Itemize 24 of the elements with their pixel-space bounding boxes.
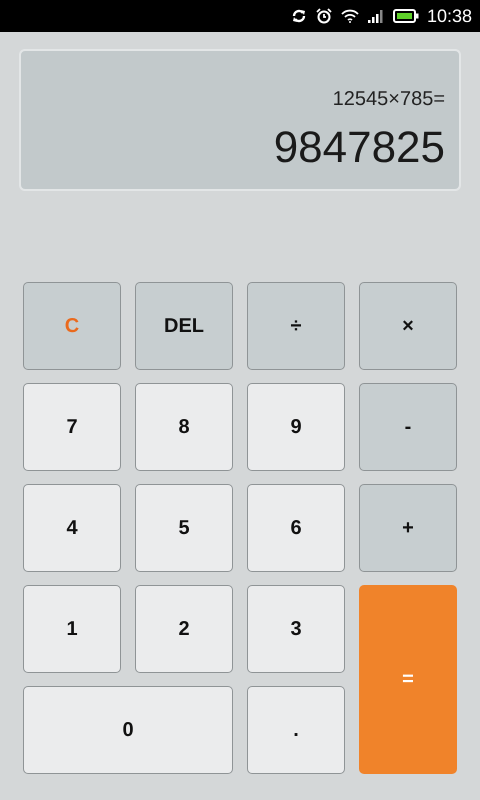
digit-button[interactable]: .	[247, 686, 345, 774]
digit-button[interactable]: 8	[135, 383, 233, 471]
digit-button[interactable]: 9	[247, 383, 345, 471]
operator-button[interactable]: +	[359, 484, 457, 572]
expression-text: 12545×785=	[332, 88, 445, 111]
digit-button[interactable]: 1	[23, 585, 121, 673]
digit-button[interactable]: 2	[135, 585, 233, 673]
operator-button[interactable]: ×	[359, 282, 457, 370]
digit-button[interactable]: 5	[135, 484, 233, 572]
operator-button[interactable]: DEL	[135, 282, 233, 370]
digit-button[interactable]: 0	[23, 686, 233, 774]
result-text: 9847825	[274, 123, 445, 173]
clock-time: 10:38	[426, 6, 472, 26]
operator-button[interactable]: -	[359, 383, 457, 471]
wifi-icon	[340, 9, 359, 23]
battery-icon	[392, 9, 419, 23]
sync-icon	[290, 9, 307, 23]
digit-button[interactable]: 3	[247, 585, 345, 673]
digit-button[interactable]: 7	[23, 383, 121, 471]
signal-icon	[366, 9, 385, 23]
operator-button[interactable]: ÷	[247, 282, 345, 370]
alarm-icon	[314, 8, 333, 24]
digit-button[interactable]: 4	[23, 484, 121, 572]
digit-button[interactable]: 6	[247, 484, 345, 572]
